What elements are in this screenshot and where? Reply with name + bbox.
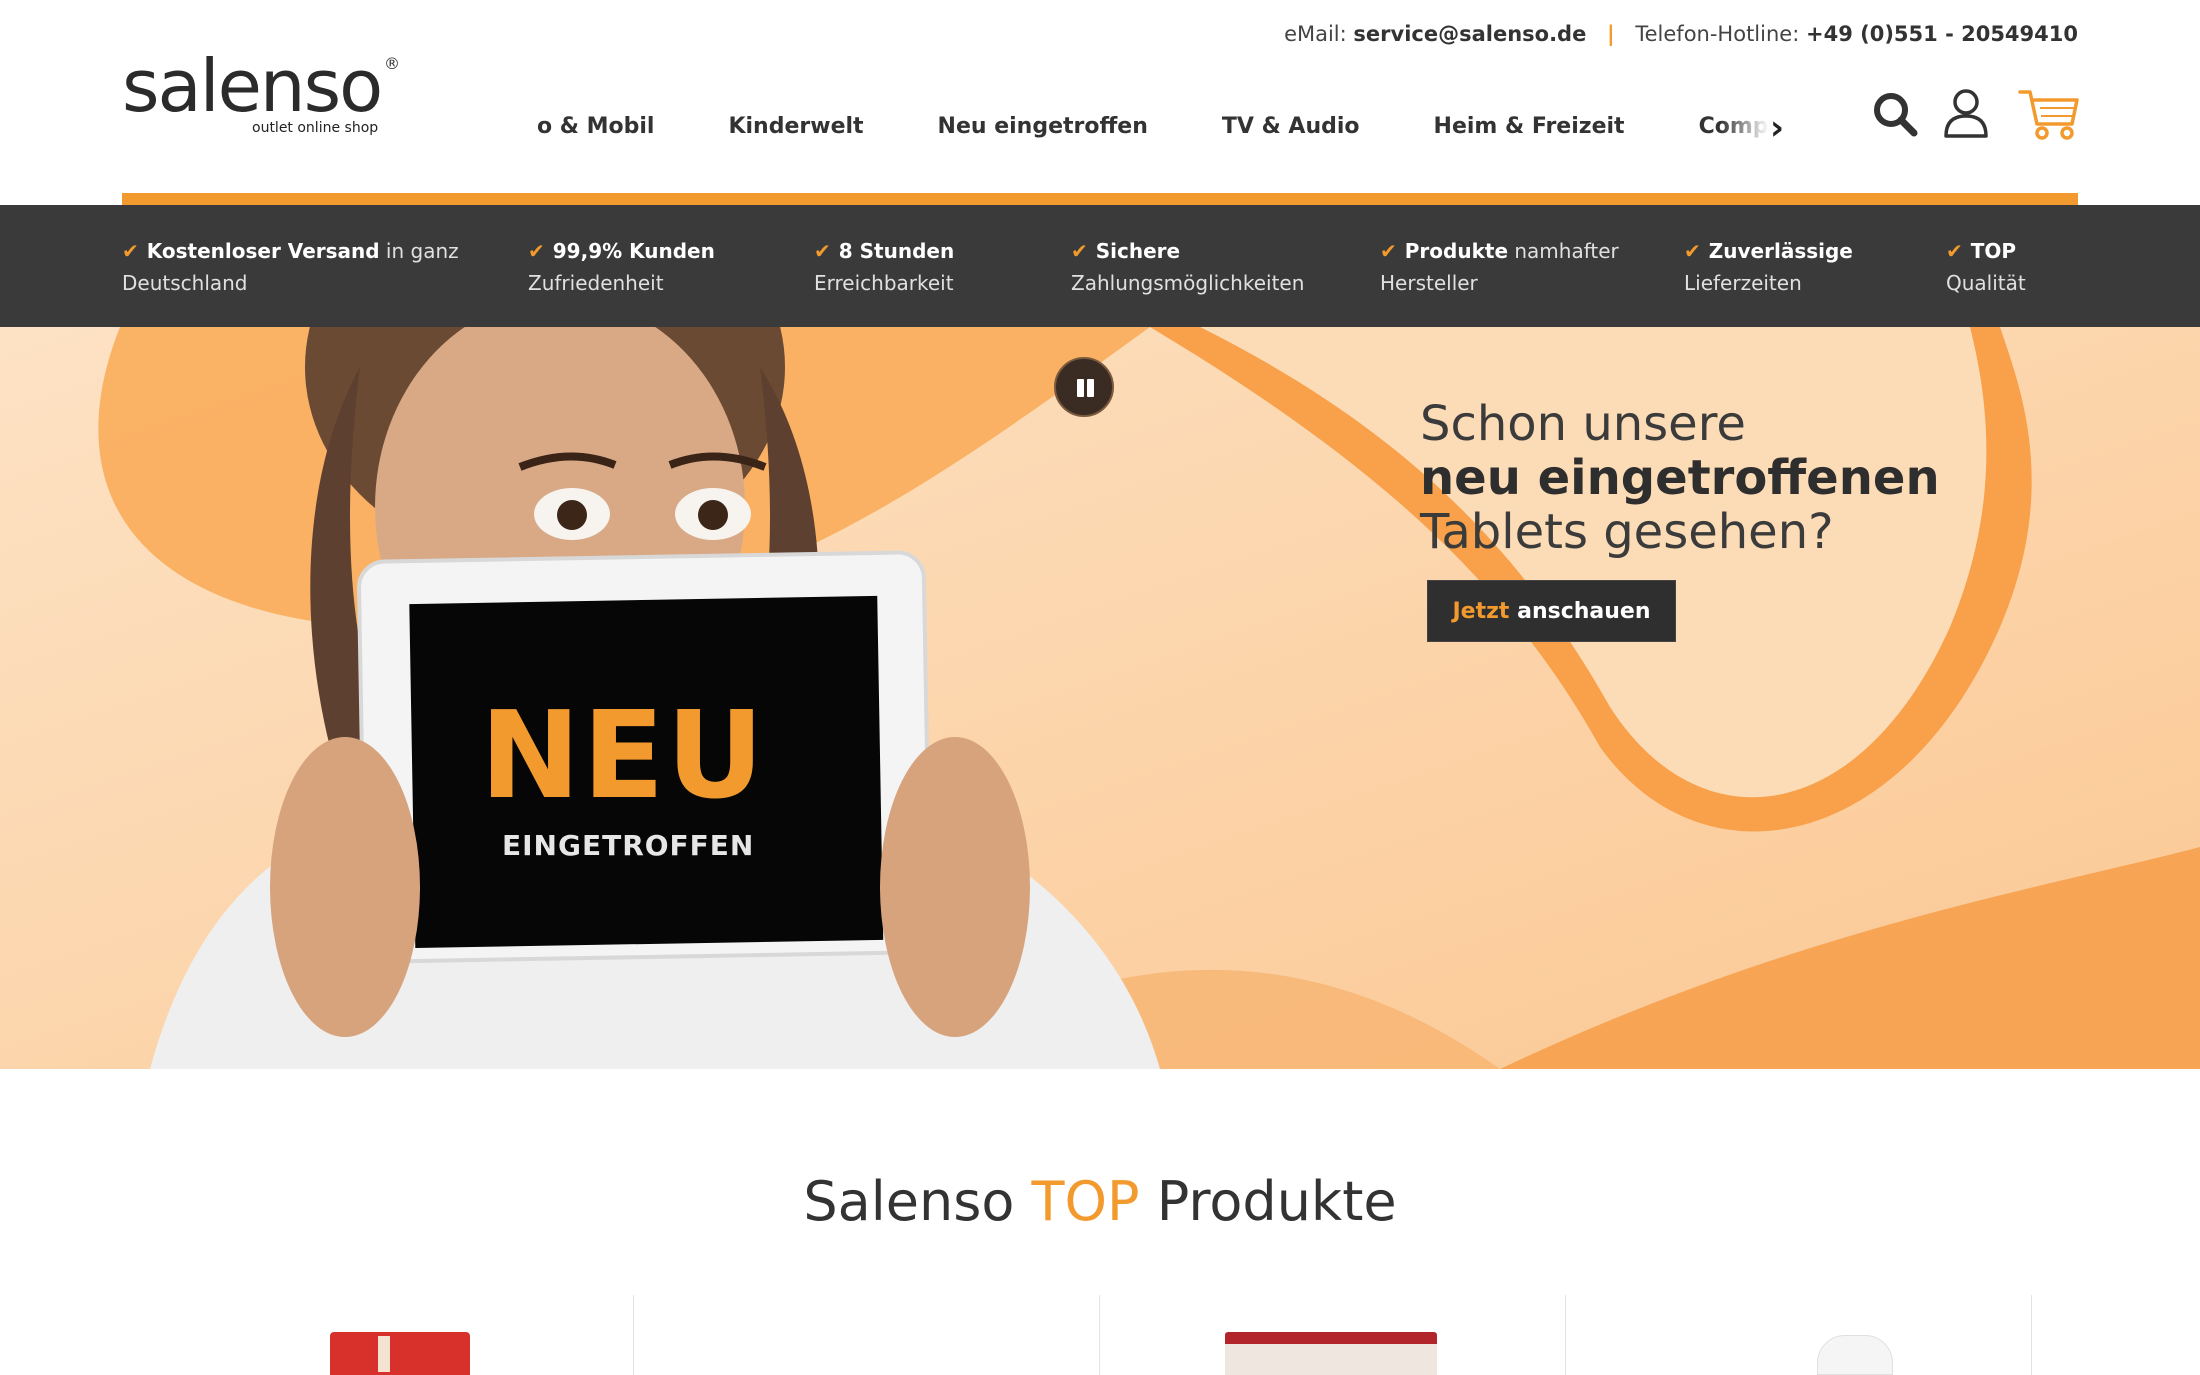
usp-item: ✔ Produkte namhafter Hersteller (1380, 239, 1619, 295)
nav-item-neu-eingetroffen[interactable]: Neu eingetroffen (938, 114, 1148, 139)
usp-strip: ✔ Kostenloser Versand in ganz Deutschland … (0, 205, 2200, 327)
hero-line-3: Tablets gesehen? (1420, 504, 1834, 560)
search-icon[interactable] (1870, 86, 1920, 142)
check-icon: ✔ (1380, 239, 1397, 263)
hero-banner[interactable]: NEU EINGETROFFEN Schon unsere neu einget… (0, 327, 2200, 1069)
column-divider (2031, 1295, 2032, 1375)
logo-registered-mark: ® (384, 54, 400, 73)
email-label: eMail: (1284, 22, 1347, 46)
usp-item: ✔ TOP Qualität (1946, 239, 2026, 295)
column-divider (1565, 1295, 1566, 1375)
header-accent-bar (122, 193, 2078, 205)
usp-item: ✔ Zuverlässige Lieferzeiten (1684, 239, 1853, 295)
section-title-top-produkte: Salenso TOP Produkte (803, 1170, 1397, 1233)
contact-line: eMail: service@salenso.de | Telefon-Hotl… (1284, 22, 2078, 46)
user-icon[interactable] (1941, 86, 1991, 142)
product-card[interactable] (330, 1332, 470, 1375)
usp-item: ✔ 99,9% Kunden Zufriedenheit (528, 239, 715, 295)
tablet-neu-text: NEU (480, 687, 766, 826)
usp-item: ✔ Sichere Zahlungsmöglichkeiten (1071, 239, 1305, 295)
column-divider (1099, 1295, 1100, 1375)
hero-line-1: Schon unsere (1420, 396, 1746, 452)
nav-item-heim-freizeit[interactable]: Heim & Freizeit (1434, 114, 1625, 139)
tablet-eingetroffen-text: EINGETROFFEN (502, 829, 755, 862)
phone-label: Telefon-Hotline: (1635, 22, 1800, 46)
nav-item-kinderwelt[interactable]: Kinderwelt (728, 114, 863, 139)
check-icon: ✔ (814, 239, 831, 263)
check-icon: ✔ (1684, 239, 1701, 263)
email-link[interactable]: service@salenso.de (1353, 22, 1586, 46)
usp-item: ✔ Kostenloser Versand in ganz Deutschland (122, 239, 459, 295)
main-nav: o & Mobil Kinderwelt Neu eingetroffen TV… (520, 100, 1790, 150)
product-card[interactable] (1225, 1332, 1437, 1375)
hero-headline: Schon unsere neu eingetroffenen Tablets … (1420, 397, 1940, 559)
cart-icon[interactable] (2018, 86, 2080, 142)
pause-button[interactable] (1054, 357, 1114, 417)
check-icon: ✔ (1946, 239, 1963, 263)
check-icon: ✔ (528, 239, 545, 263)
check-icon: ✔ (1071, 239, 1088, 263)
check-icon: ✔ (122, 239, 139, 263)
product-card[interactable] (1817, 1335, 1893, 1375)
column-divider (633, 1295, 634, 1375)
nav-item-tv-audio[interactable]: TV & Audio (1222, 114, 1360, 139)
hero-line-2: neu eingetroffenen (1420, 450, 1940, 506)
contact-separator: | (1607, 22, 1615, 46)
phone-link[interactable]: +49 (0)551 - 20549410 (1806, 22, 2078, 46)
logo-wordmark: salenso (122, 44, 383, 128)
jetzt-anschauen-button[interactable]: Jetzt anschauen (1427, 580, 1676, 642)
logo-tagline: outlet online shop (252, 120, 379, 136)
chevron-right-icon[interactable]: › (1762, 111, 1792, 145)
product-grid (167, 1295, 2033, 1375)
nav-item-auto-mobil[interactable]: o & Mobil (537, 114, 654, 139)
salenso-logo[interactable]: salenso ® outlet online shop (122, 50, 402, 140)
usp-item: ✔ 8 Stunden Erreichbarkeit (814, 239, 955, 295)
